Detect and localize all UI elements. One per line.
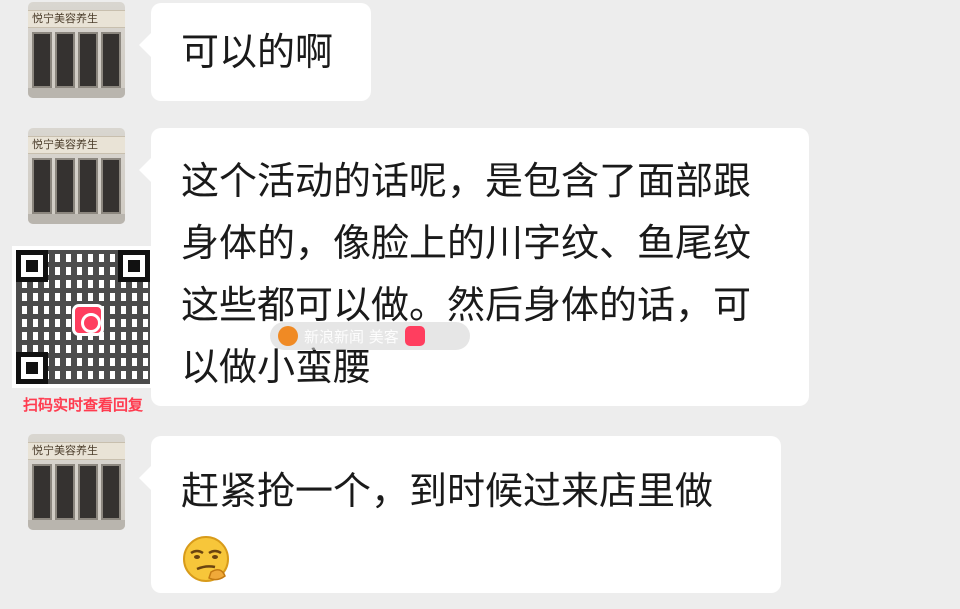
qr-code[interactable] [12, 246, 154, 388]
eye-logo-icon [72, 304, 104, 336]
avatar-sign: 悦宁美容养生 [28, 10, 125, 28]
qr-caption: 扫码实时查看回复 [22, 396, 143, 414]
contact-avatar[interactable]: 悦宁美容养生 [28, 434, 125, 530]
avatar-sign: 悦宁美容养生 [28, 136, 125, 154]
watermark-text: 新浪新闻 美客 [304, 327, 399, 346]
message-bubble[interactable]: 这个活动的话呢，是包含了面部跟身体的，像脸上的川字纹、鱼尾纹这些都可以做。然后身… [139, 128, 809, 406]
storefront-image [32, 158, 121, 214]
contact-avatar[interactable]: 悦宁美容养生 [28, 2, 125, 98]
eye-logo-icon [404, 326, 425, 346]
message-text: 赶紧抢一个，到时候过来店里做 [181, 469, 714, 513]
message-text: 可以的啊 [181, 30, 334, 74]
chat-thread: 悦宁美容养生 可以的啊 悦宁美容养生 这个活动的话呢，是包含了面部跟身体的，像脸… [0, 0, 960, 609]
message-text: 这个活动的话呢，是包含了面部跟身体的，像脸上的川字纹、鱼尾纹这些都可以做。然后身… [181, 159, 752, 389]
qr-finder [118, 250, 150, 282]
qr-finder [16, 352, 48, 384]
watermark-logo-icon [278, 326, 298, 346]
contact-avatar[interactable]: 悦宁美容养生 [28, 128, 125, 224]
avatar-sign: 悦宁美容养生 [28, 442, 125, 460]
message-bubble[interactable]: 可以的啊 [139, 3, 371, 101]
storefront-image [32, 464, 121, 520]
storefront-image [32, 32, 121, 88]
message-bubble[interactable]: 赶紧抢一个，到时候过来店里做 [139, 436, 781, 593]
watermark: 新浪新闻 美客 [270, 322, 470, 350]
qr-finder [16, 250, 48, 282]
smirk-emoji-icon [183, 535, 229, 582]
